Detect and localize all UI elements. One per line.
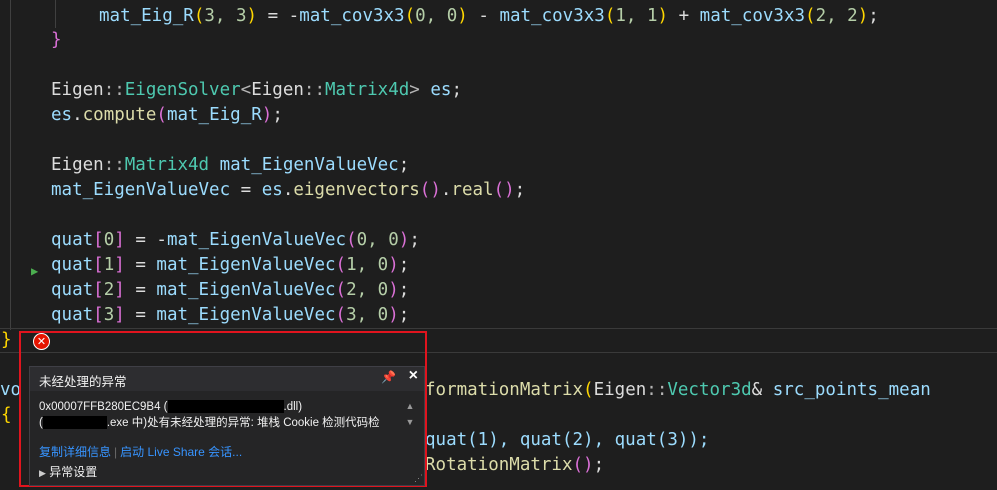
expand-triangle-icon: ▶ [39,468,46,478]
exception-detail-line: (.exe 中)处有未经处理的异常: 堆栈 Cookie 检测代码检 [39,416,380,430]
message-scrollbar[interactable]: ▲ ▼ [404,400,416,430]
code-line: vo [0,380,22,400]
error-icon: ✕ [33,333,50,350]
indent-guide [10,0,11,330]
code-line: quat[3] = mat_EigenValueVec(3, 0); [51,305,410,325]
code-line: quat(1), quat(2), quat(3)); [425,430,710,450]
code-line: mat_EigenValueVec = es.eigenvectors().re… [51,180,526,200]
redacted-block [167,400,284,414]
popup-header: 未经处理的异常 📌 × [30,367,424,391]
execution-marker-icon: ▶ [31,264,39,278]
code-line: quat[1] = mat_EigenValueVec(1, 0); [51,255,410,275]
code-line: RotationMatrix(); [425,455,605,475]
code-line: formationMatrix(Eigen::Vector3d& src_poi… [425,380,931,400]
copy-details-link[interactable]: 复制详细信息 [39,445,111,459]
exception-settings-label: 异常设置 [49,465,98,479]
exception-address-line: 0x00007FFB280EC9B4 (.dll) [39,400,303,414]
popup-links: 复制详细信息 | 启动 Live Share 会话... [39,443,242,460]
code-line: Eigen::EigenSolver<Eigen::Matrix4d> es; [51,80,462,100]
scroll-down-icon[interactable]: ▼ [404,416,416,428]
code-line: quat[0] = -mat_EigenValueVec(0, 0); [51,230,420,250]
code-line: { [1,405,12,425]
close-icon[interactable]: × [409,367,418,385]
code-line: es.compute(mat_Eig_R); [51,105,283,125]
code-line: quat[2] = mat_EigenValueVec(2, 0); [51,280,410,300]
scroll-up-icon[interactable]: ▲ [404,400,416,412]
code-line: mat_Eig_R(3, 3) = -mat_cov3x3(0, 0) - ma… [99,6,879,26]
code-line: Eigen::Matrix4d mat_EigenValueVec; [51,155,410,175]
pin-icon[interactable]: 📌 [381,370,396,384]
exception-settings-toggle[interactable]: ▶ 异常设置 [39,463,97,480]
live-share-link[interactable]: 启动 Live Share 会话... [120,445,242,459]
indent-guide [55,0,56,28]
popup-title: 未经处理的异常 [39,375,127,389]
code-line: } [1,330,12,350]
redacted-block [42,416,107,430]
exception-popup: 未经处理的异常 📌 × 0x00007FFB280EC9B4 (.dll) (.… [29,366,425,486]
exception-message[interactable]: 0x00007FFB280EC9B4 (.dll) (.exe 中)处有未经处理… [39,399,391,431]
resize-grip-icon[interactable]: ⋰ [414,473,423,484]
link-separator: | [114,445,118,459]
code-line: } [51,30,62,50]
